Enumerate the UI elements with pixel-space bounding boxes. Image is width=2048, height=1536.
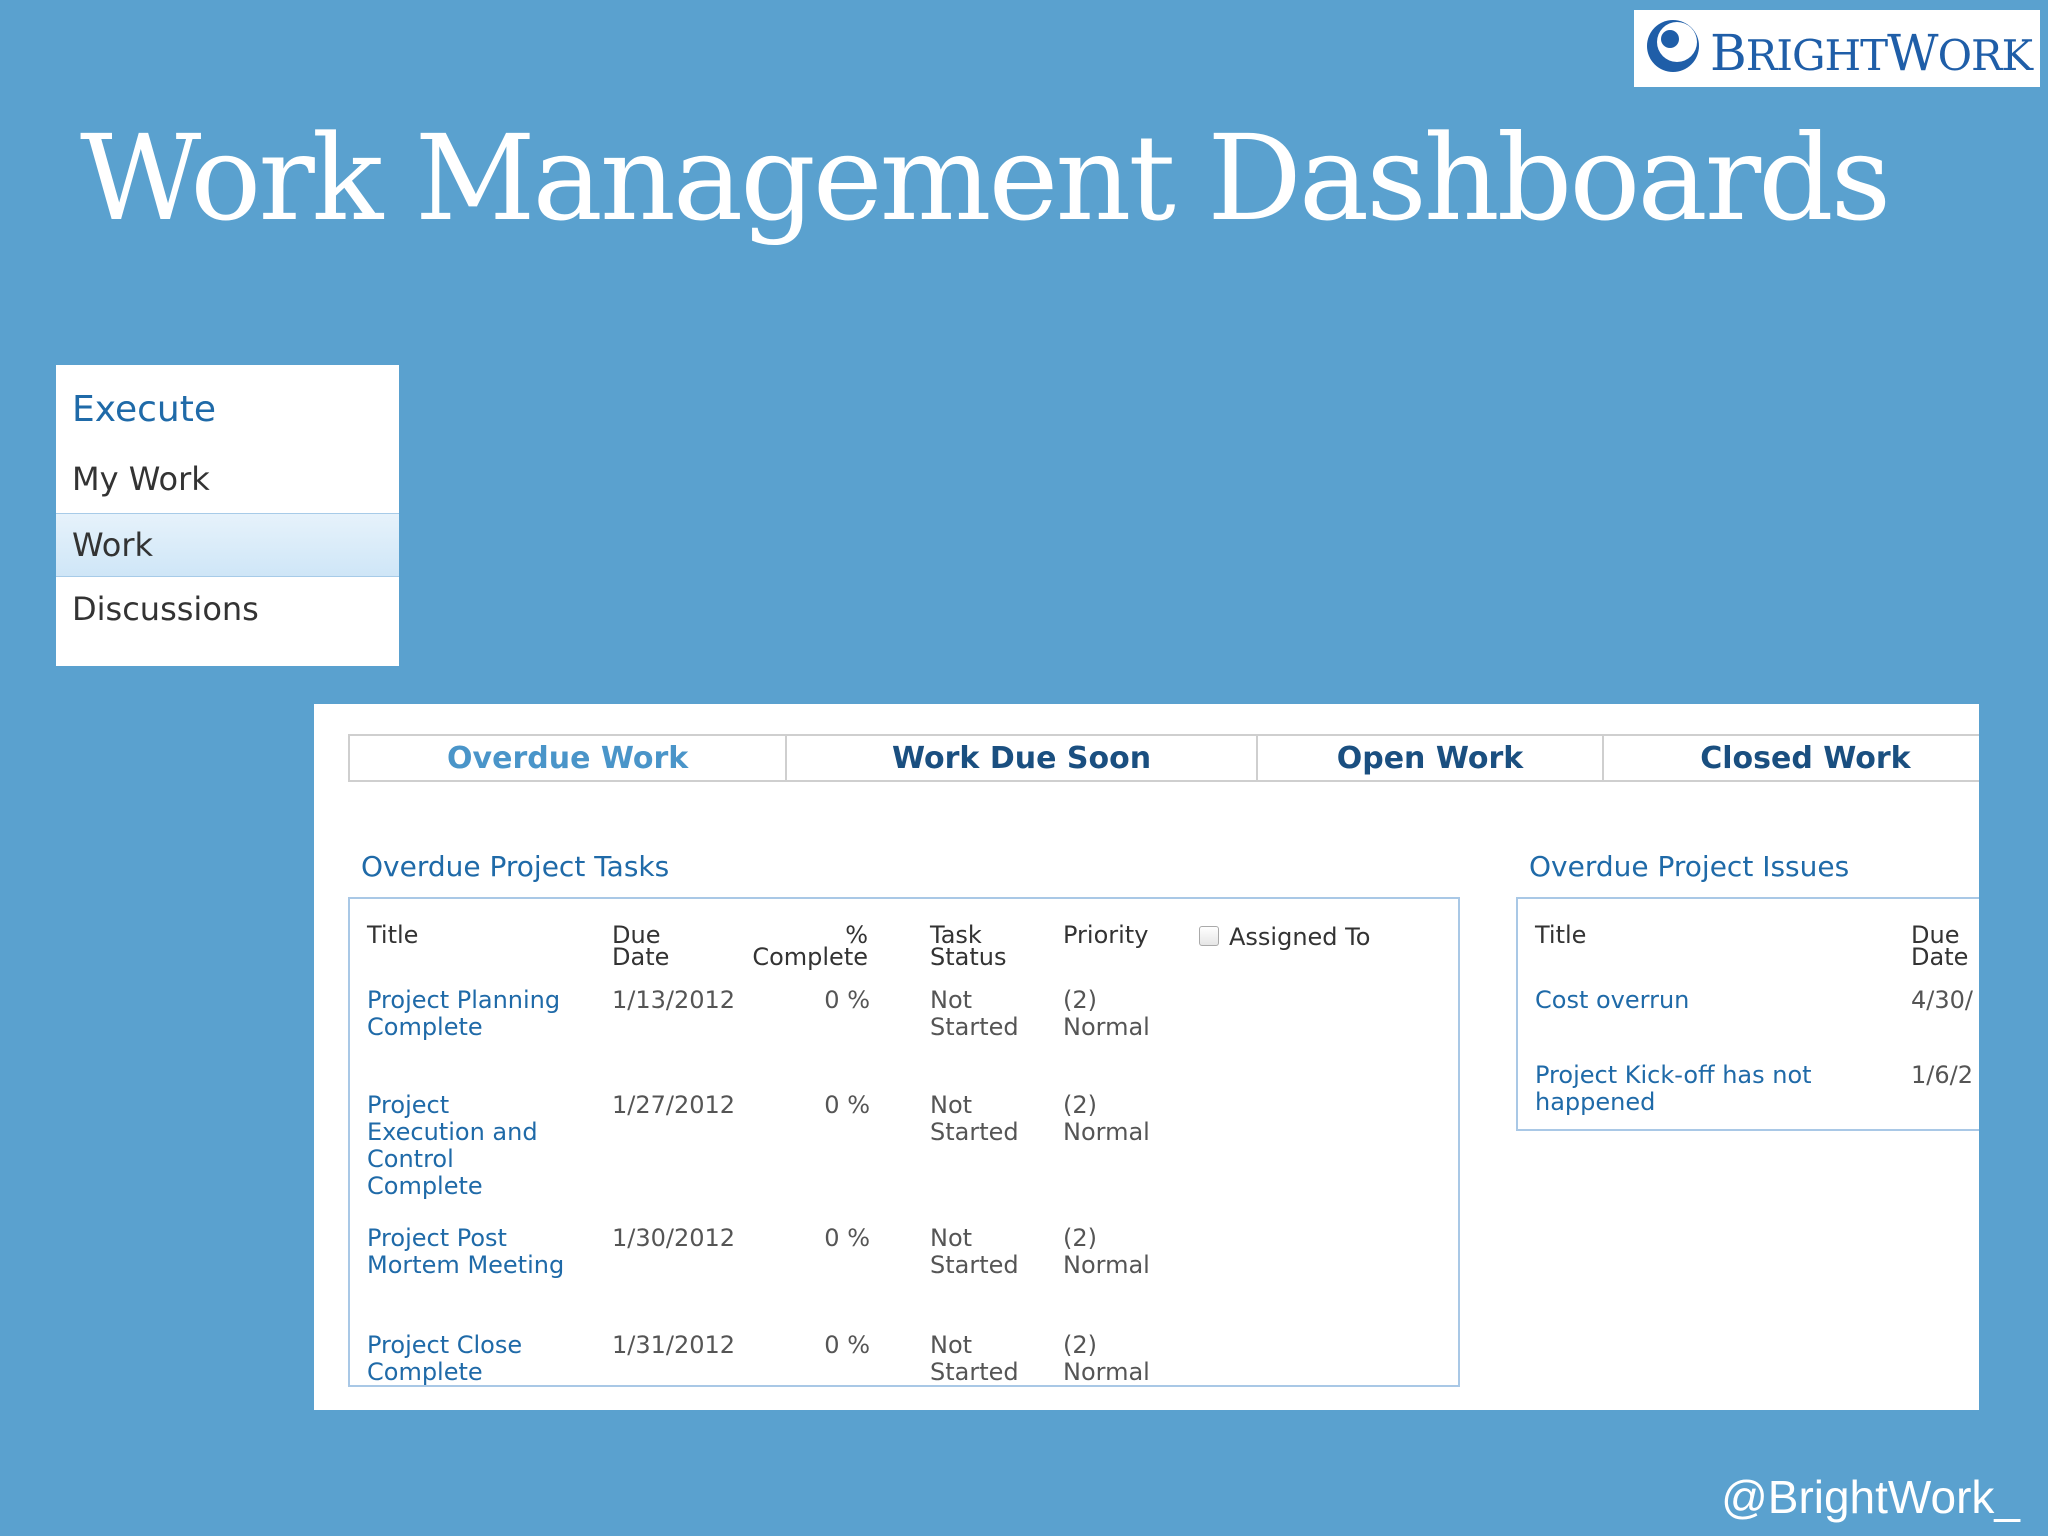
slide-title: Work Management Dashboards <box>80 109 1891 247</box>
issue-title-link[interactable]: Cost overrun <box>1535 987 1875 1014</box>
task-pct-complete: 0 % <box>824 1224 870 1252</box>
task-priority: (2) Normal <box>1063 1091 1150 1146</box>
task-priority: (2) Normal <box>1063 986 1150 1041</box>
issue-col-header-due-line2[interactable]: Date <box>1911 945 1968 969</box>
task-due-date: 1/13/2012 <box>612 986 736 1014</box>
dashboard-panel: Overdue Work Work Due Soon Open Work Clo… <box>314 704 1979 1410</box>
logo-wordmark: BRIGHTWORK <box>1710 24 2033 82</box>
task-status: Not Started <box>930 1091 1019 1146</box>
task-due-date: 1/27/2012 <box>612 1091 736 1119</box>
task-status: Not Started <box>930 1331 1019 1386</box>
task-title-link[interactable]: Project Close Complete <box>367 1332 567 1386</box>
task-due-date: 1/30/2012 <box>612 1224 736 1252</box>
overdue-issues-title[interactable]: Overdue Project Issues <box>1529 850 1849 883</box>
quick-launch-nav: Execute My Work Work Discussions <box>56 365 399 666</box>
overdue-tasks-title[interactable]: Overdue Project Tasks <box>361 850 669 883</box>
select-all-checkbox[interactable] <box>1199 926 1219 946</box>
task-status: Not Started <box>930 986 1019 1041</box>
overdue-tasks-list: Title Due Date % Complete Task Status Pr… <box>348 897 1460 1387</box>
col-header-title[interactable]: Title <box>367 923 418 947</box>
issue-title-link[interactable]: Project Kick-off has not happened <box>1535 1062 1835 1116</box>
task-priority: (2) Normal <box>1063 1331 1150 1386</box>
col-header-status-line2[interactable]: Status <box>930 945 1006 969</box>
nav-item-discussions[interactable]: Discussions <box>56 577 399 641</box>
issue-due-date: 4/30/ <box>1911 986 1973 1014</box>
nav-heading-execute[interactable]: Execute <box>72 389 216 430</box>
task-pct-complete: 0 % <box>824 1091 870 1119</box>
twitter-handle: @BrightWork_ <box>1721 1471 2020 1523</box>
tab-work-due-soon[interactable]: Work Due Soon <box>787 736 1258 780</box>
tab-closed-work[interactable]: Closed Work <box>1604 736 1979 780</box>
task-status: Not Started <box>930 1224 1019 1279</box>
dashboard-tabs: Overdue Work Work Due Soon Open Work Clo… <box>348 734 1979 782</box>
col-header-pct-line2[interactable]: Complete <box>720 945 868 969</box>
task-title-link[interactable]: Project Post Mortem Meeting <box>367 1225 567 1279</box>
issue-col-header-title[interactable]: Title <box>1535 923 1586 947</box>
task-title-link[interactable]: Project Planning Complete <box>367 987 567 1041</box>
col-header-priority[interactable]: Priority <box>1063 923 1148 947</box>
brightwork-logo: BRIGHTWORK <box>1634 10 2040 87</box>
tab-open-work[interactable]: Open Work <box>1258 736 1605 780</box>
task-due-date: 1/31/2012 <box>612 1331 736 1359</box>
issue-due-date: 1/6/2 <box>1911 1061 1973 1089</box>
col-header-due-date-line2[interactable]: Date <box>612 945 669 969</box>
overdue-issues-list: Title Due Date Cost overrun 4/30/ Projec… <box>1516 897 1979 1131</box>
task-priority: (2) Normal <box>1063 1224 1150 1279</box>
tab-overdue-work[interactable]: Overdue Work <box>350 736 788 780</box>
col-header-assigned-to[interactable]: Assigned To <box>1229 925 1370 949</box>
task-pct-complete: 0 % <box>824 986 870 1014</box>
task-pct-complete: 0 % <box>824 1331 870 1359</box>
task-title-link[interactable]: Project Execution and Control Complete <box>367 1092 567 1200</box>
nav-item-my-work[interactable]: My Work <box>56 447 399 511</box>
nav-item-work[interactable]: Work <box>56 513 399 577</box>
brightwork-logo-icon <box>1647 20 1699 72</box>
